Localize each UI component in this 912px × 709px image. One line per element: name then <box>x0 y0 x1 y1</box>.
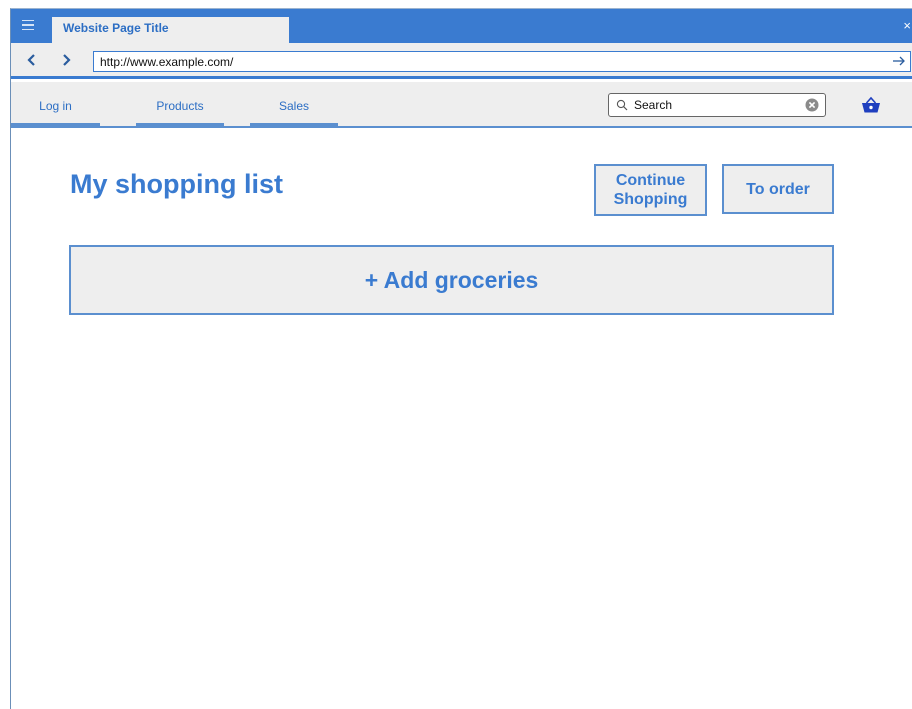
continue-label-line1: Continue <box>615 172 686 189</box>
url-text: http://www.example.com/ <box>100 55 234 69</box>
to-order-button[interactable]: To order <box>722 164 834 214</box>
tab-title: Website Page Title <box>63 21 169 35</box>
clear-icon[interactable] <box>805 98 819 112</box>
continue-shopping-button[interactable]: Continue Shopping <box>594 164 707 216</box>
page-title: My shopping list <box>70 169 283 199</box>
forward-icon[interactable] <box>59 53 73 67</box>
add-groceries-button[interactable]: + Add groceries <box>69 245 834 315</box>
continue-shopping-label: Continue Shopping <box>614 171 688 209</box>
address-bar: http://www.example.com/ <box>11 43 912 79</box>
search-text: Search <box>634 98 673 112</box>
nav-item-label: Sales <box>278 99 310 113</box>
continue-label-line2: Shopping <box>613 191 688 208</box>
cart-icon[interactable] <box>861 96 881 114</box>
nav-item-sales[interactable]: Sales <box>250 82 338 126</box>
close-icon[interactable]: × <box>903 19 911 32</box>
go-arrow-icon[interactable] <box>892 54 906 68</box>
site-nav: Log in Products Sales Search <box>11 82 912 128</box>
menu-icon[interactable] <box>17 14 39 36</box>
back-icon[interactable] <box>25 53 39 67</box>
title-bar: Website Page Title × <box>11 9 912 43</box>
search-icon <box>616 99 628 111</box>
nav-item-products[interactable]: Products <box>136 82 224 126</box>
add-groceries-label: + Add groceries <box>364 266 539 293</box>
nav-item-label: Products <box>156 99 204 113</box>
nav-item-log-in[interactable]: Log in <box>11 82 100 126</box>
search-input[interactable]: Search <box>608 93 826 117</box>
to-order-label: To order <box>746 180 810 198</box>
tab-active[interactable]: Website Page Title <box>52 17 289 43</box>
nav-item-label: Log in <box>39 99 72 113</box>
browser-window: Website Page Title × http://www.example.… <box>10 8 912 709</box>
url-input[interactable]: http://www.example.com/ <box>93 51 911 72</box>
